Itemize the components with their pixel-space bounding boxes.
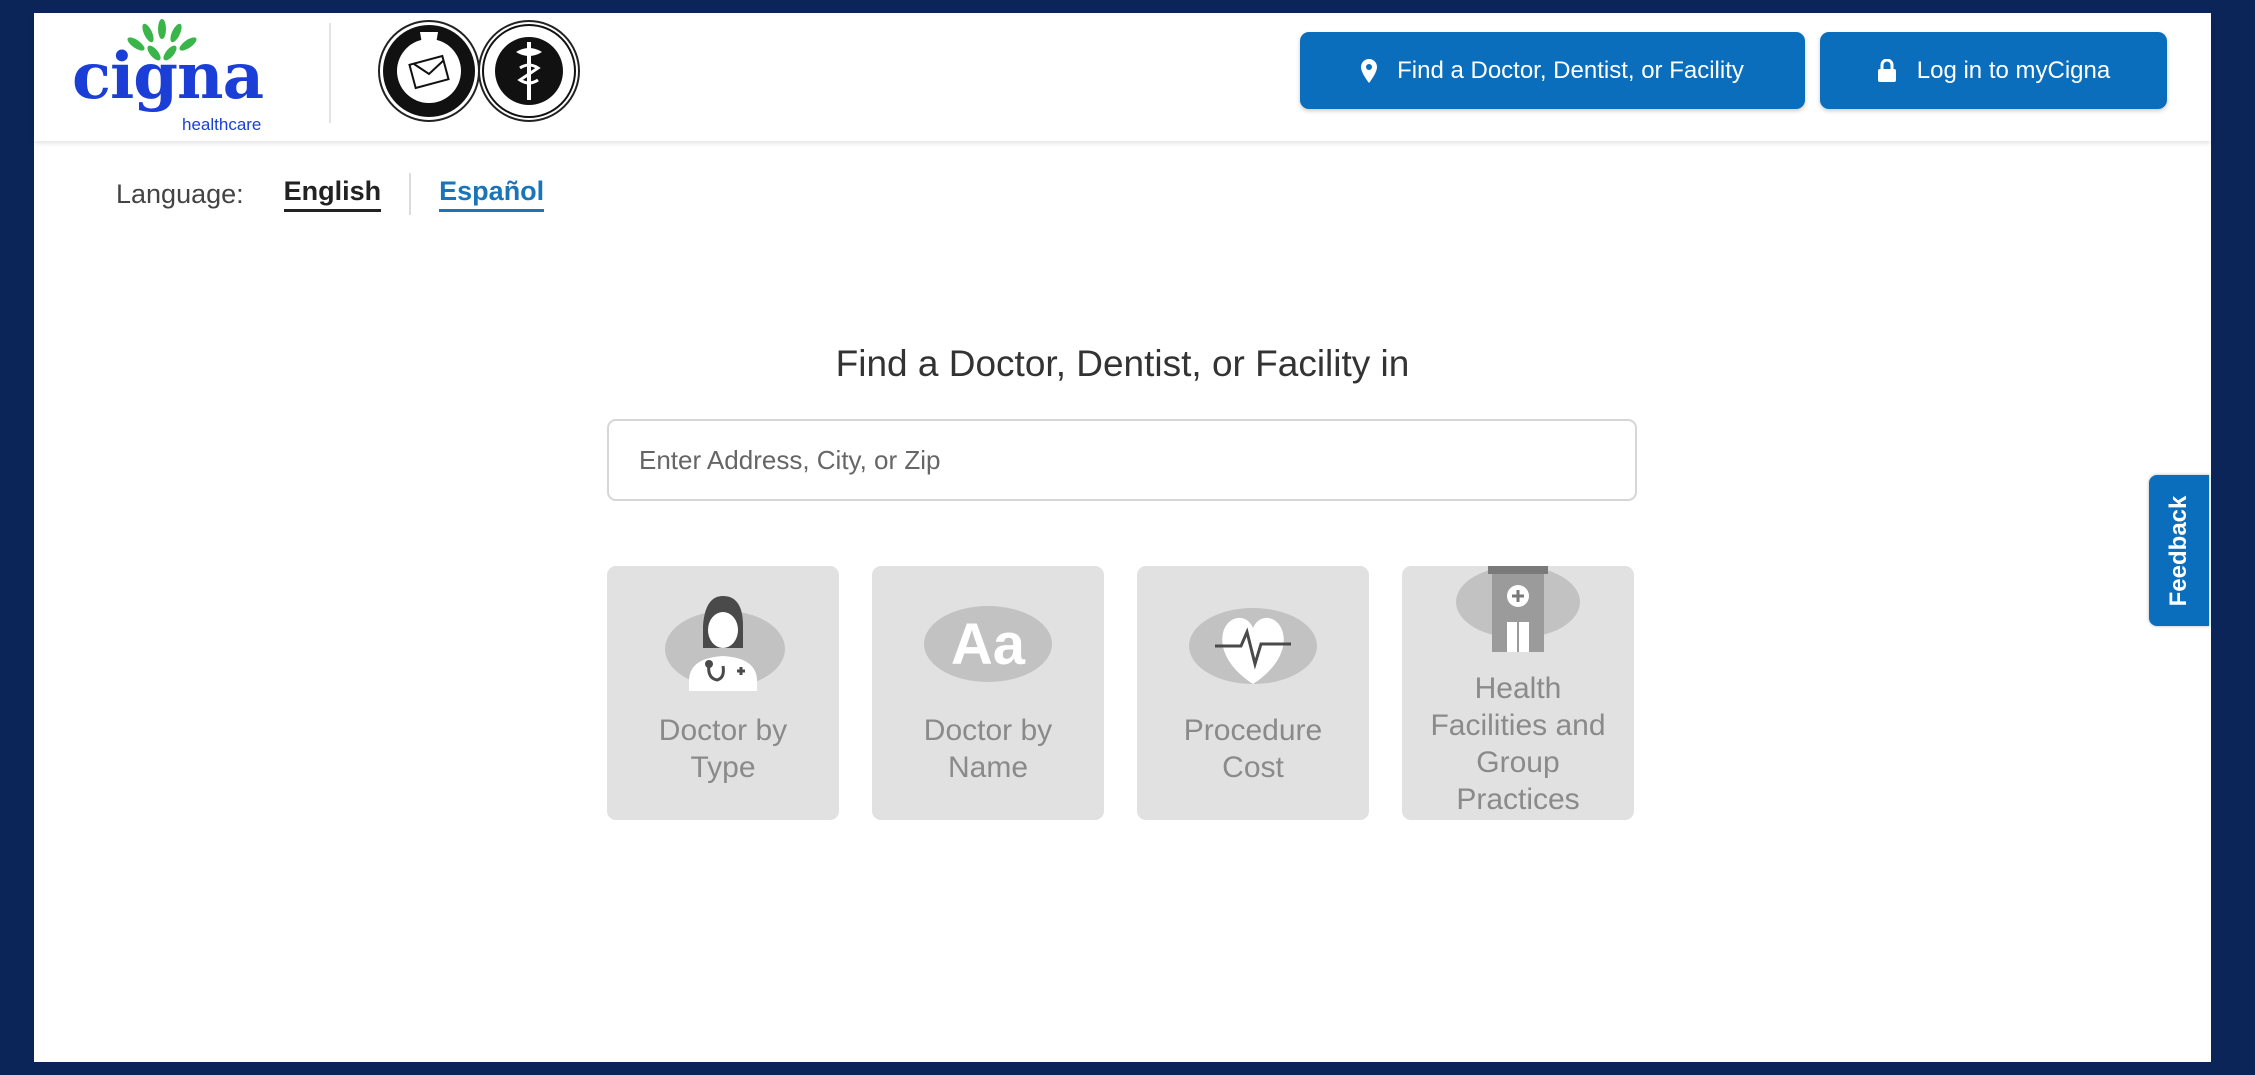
tile-procedure-cost[interactable]: Procedure Cost xyxy=(1137,566,1369,820)
page: cigna healthcare Find a Doctor, Dentist,… xyxy=(34,13,2211,1062)
login-button[interactable]: Log in to myCigna xyxy=(1820,32,2167,109)
tile-label-doctor-by-name: Doctor by Name xyxy=(872,712,1104,786)
tile-label-line: Doctor by Type xyxy=(658,714,788,784)
svg-text:Aa: Aa xyxy=(951,612,1026,677)
lock-icon xyxy=(1877,58,1896,82)
language-label: Language: xyxy=(116,178,244,209)
text-aa-icon: Aa xyxy=(924,606,1052,682)
tile-health-facilities[interactable]: Health Facilities and Group Practices xyxy=(1402,566,1634,820)
header-divider xyxy=(329,23,331,123)
page-title: Find a Doctor, Dentist, or Facility in xyxy=(835,343,1410,384)
site-header: cigna healthcare Find a Doctor, Dentist,… xyxy=(34,13,2211,141)
tile-label-line: Procedure Cost xyxy=(1183,714,1323,784)
tile-label-line: Doctor by Name xyxy=(923,714,1053,784)
language-selector: Language: English Español xyxy=(116,173,545,215)
map-pin-icon xyxy=(1361,58,1378,83)
tile-doctor-by-name[interactable]: Aa Doctor by Name xyxy=(872,566,1104,820)
cigna-logo[interactable]: cigna healthcare xyxy=(72,17,280,137)
feedback-tab[interactable]: Feedback xyxy=(2149,475,2209,626)
find-doctor-button-label: Find a Doctor, Dentist, or Facility xyxy=(1397,56,1744,84)
language-option-espanol[interactable]: Español xyxy=(439,176,545,212)
login-button-label: Log in to myCigna xyxy=(1916,56,2111,84)
logo-wordmark: cigna xyxy=(72,39,264,114)
location-search-input[interactable] xyxy=(607,419,1637,501)
logo-subtitle: healthcare xyxy=(182,115,262,134)
nalc-seal-icon xyxy=(378,20,480,122)
doctor-icon xyxy=(665,596,785,691)
tile-doctor-by-type[interactable]: Doctor by Type xyxy=(607,566,839,820)
health-benefit-plan-seal-icon xyxy=(478,20,580,122)
language-separator xyxy=(409,173,412,215)
tile-label-line: Health Facilities and Group Practices xyxy=(1430,672,1606,816)
tile-label-doctor-by-type: Doctor by Type xyxy=(607,712,839,786)
heartbeat-icon xyxy=(1189,608,1317,684)
feedback-label: Feedback xyxy=(2165,495,2192,606)
tile-label-procedure-cost: Procedure Cost xyxy=(1137,712,1369,786)
language-option-english[interactable]: English xyxy=(283,176,382,212)
tile-label-health-facilities: Health Facilities and Group Practices xyxy=(1402,670,1634,818)
find-doctor-button[interactable]: Find a Doctor, Dentist, or Facility xyxy=(1300,32,1805,109)
